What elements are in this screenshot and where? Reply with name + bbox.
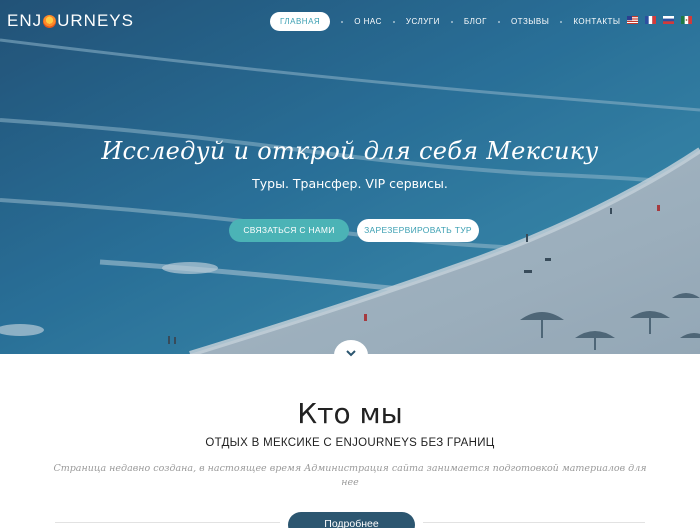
logo-sun-icon [43,14,57,28]
about-subtitle: ОТДЫХ В МЕКСИКЕ С ENJOURNEYS БЕЗ ГРАНИЦ [205,437,495,449]
nav-item-reviews[interactable]: ОТЗЫВЫ [511,12,549,31]
nav-separator [392,20,395,23]
nav-separator [497,20,500,23]
nav-item-about[interactable]: О НАС [354,12,382,31]
nav-separator [560,20,563,23]
nav-item-blog[interactable]: БЛОГ [464,12,487,31]
about-title: Кто мы [297,397,403,430]
us-flag-icon[interactable] [627,16,638,24]
mx-flag-icon[interactable] [681,16,692,24]
about-description: Страница недавно создана, в настоящее вр… [53,463,647,488]
logo-suffix: URNEYS [57,11,134,30]
nav-item-contacts[interactable]: КОНТАКТЫ [573,12,620,31]
hero-title: Исследуй и открой для себя Мексику [101,137,599,165]
divider-left [55,522,280,523]
book-tour-button[interactable]: ЗАРЕЗЕРВИРОВАТЬ ТУР [357,219,479,242]
contact-us-button[interactable]: СВЯЗАТЬСЯ С НАМИ [229,219,349,242]
scroll-down-button[interactable] [334,340,368,370]
nav-separator [341,20,344,23]
language-switcher [627,16,692,24]
nav-separator [450,20,453,23]
nav-item-services[interactable]: УСЛУГИ [406,12,440,31]
logo-prefix: ENJ [7,11,43,30]
chevron-down-icon [346,350,356,357]
fr-flag-icon[interactable] [645,16,656,24]
nav-item-home[interactable]: ГЛАВНАЯ [270,12,331,31]
read-more-button[interactable]: Подробнее [288,512,415,528]
site-logo[interactable]: ENJ URNEYS [7,11,134,31]
divider-right [423,522,645,523]
main-navigation: ГЛАВНАЯ О НАС УСЛУГИ БЛОГ ОТЗЫВЫ КОНТАКТ… [270,12,620,31]
hero-subtitle: Туры. Трансфер. VIP сервисы. [252,176,448,191]
ru-flag-icon[interactable] [663,16,674,24]
